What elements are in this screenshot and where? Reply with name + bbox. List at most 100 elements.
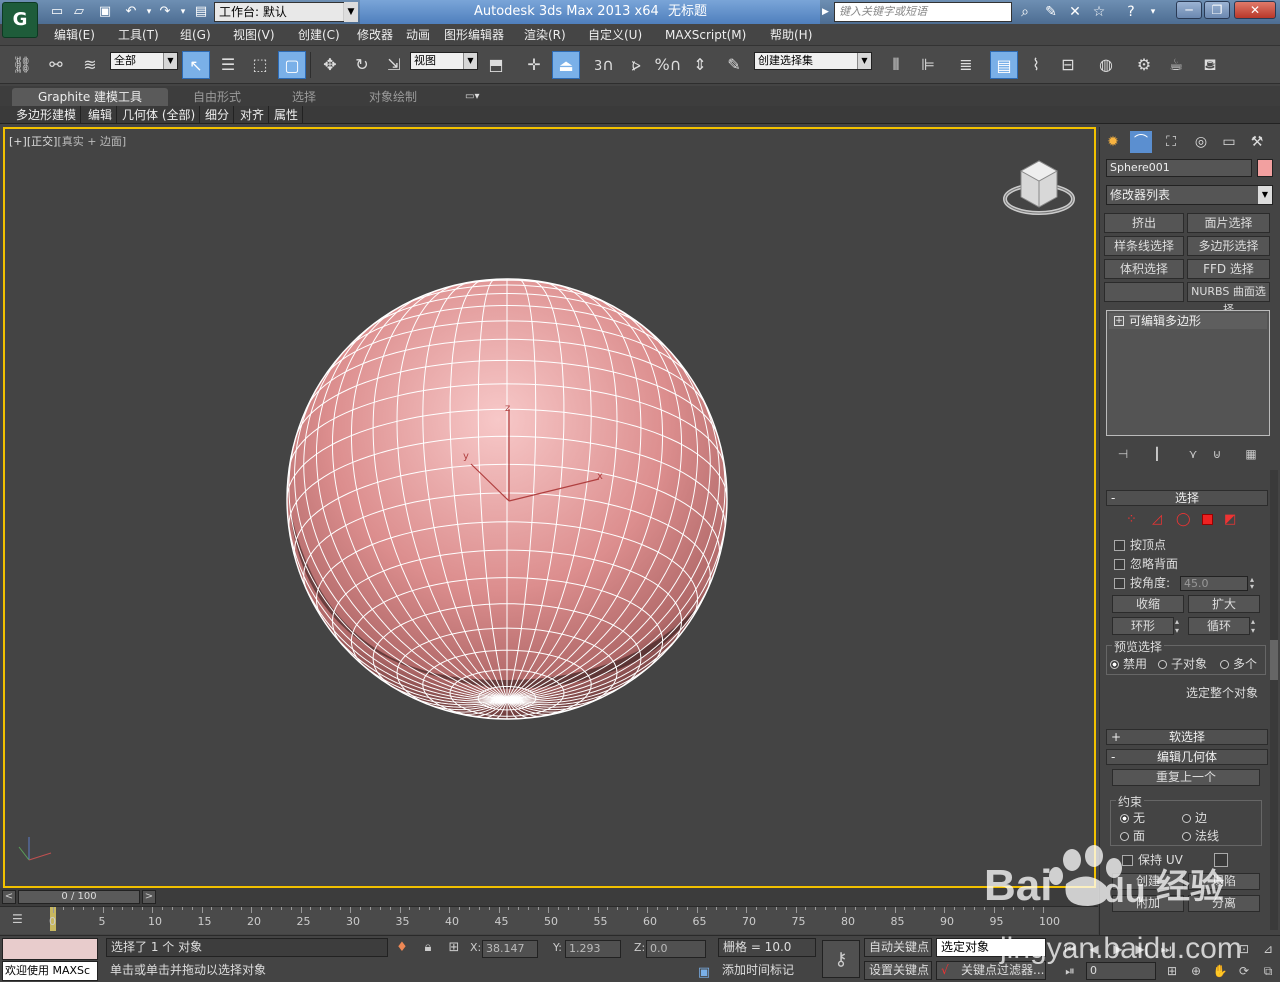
ignore-backfacing-checkbox[interactable]: 忽略背面 [1114,556,1178,572]
vertex-mode-icon[interactable]: ⁘ [1126,512,1137,527]
orbit-icon[interactable]: ⟳ [1234,962,1254,980]
modifier-button-nurbs-select[interactable]: NURBS 曲面选择 [1187,282,1270,316]
tab-object-paint[interactable]: 对象绘制 [369,88,417,106]
modifier-button-extrude[interactable]: 挤出 [1104,213,1184,233]
menu-edit[interactable]: 编辑(E) [54,24,95,46]
workspace-expand-icon[interactable]: ▼ [344,2,358,22]
modify-panel-icon[interactable]: ⌒ [1130,131,1152,153]
display-panel-icon[interactable]: ▭ [1218,131,1240,153]
preview-multi-radio[interactable]: 多个 [1220,656,1257,672]
zoom-extents-icon[interactable]: ⊡ [1234,940,1254,958]
rollout-selection-header[interactable]: - 选择 [1106,490,1268,506]
modifier-button-patch-select[interactable]: 面片选择 [1187,213,1270,233]
constraint-face-radio[interactable]: 面 [1120,828,1145,844]
preserve-uv-settings-icon[interactable] [1214,853,1228,867]
modifier-button-ffd-select[interactable]: FFD 选择 [1187,259,1270,279]
modifier-button-empty[interactable] [1104,282,1184,302]
select-object-icon[interactable]: ↖ [182,51,210,79]
set-key-icon[interactable]: ⚷ [822,940,860,978]
restore-button[interactable]: ❐ [1204,1,1230,19]
close-button[interactable]: ✕ [1234,1,1276,19]
utilities-panel-icon[interactable]: ⚒ [1246,131,1268,153]
by-vertex-checkbox[interactable]: 按顶点 [1114,537,1166,553]
command-panel-scroll-thumb[interactable] [1270,640,1278,680]
unlink-icon[interactable]: ⚯ [42,51,70,79]
zoom-icon[interactable]: ⊕ [1186,962,1206,980]
object-name-field[interactable]: Sphere001 [1106,159,1252,177]
ribbon-properties[interactable]: 属性 [270,106,304,124]
x-coord-field[interactable]: 38.147 [482,940,538,958]
motion-panel-icon[interactable]: ◎ [1190,131,1212,153]
remove-modifier-icon[interactable]: ⊍ [1208,445,1226,463]
redo-dropdown-icon[interactable]: ▾ [174,3,192,21]
minimize-button[interactable]: ─ [1176,1,1202,19]
hierarchy-panel-icon[interactable]: ⛶ [1160,131,1182,153]
collapse-button[interactable]: 塌陷 [1188,873,1260,890]
ribbon-geometry-all[interactable]: 几何体 (全部) [118,106,201,124]
select-by-name-icon[interactable]: ☰ [214,51,242,79]
expand-icon[interactable]: + [1114,316,1124,326]
edit-named-selection-icon[interactable]: ✎ [720,51,748,79]
selection-filter-dropdown[interactable]: 全部 ▼ [110,52,178,70]
undo-icon[interactable]: ↶ [122,3,140,21]
detach-button[interactable]: 分离 [1188,895,1260,912]
modifier-button-vol-select[interactable]: 体积选择 [1104,259,1184,279]
play-icon[interactable]: ▶ [1108,940,1128,958]
workspace-dropdown[interactable]: 工作台: 默认 ▼ [214,2,358,22]
goto-start-icon[interactable]: ⏮ [1060,940,1080,958]
modifier-button-poly-select[interactable]: 多边形选择 [1187,236,1270,256]
preserve-uv-checkbox[interactable]: 保持 UV [1122,852,1183,868]
menu-maxscript[interactable]: MAXScript(M) [665,24,746,46]
object-color-swatch[interactable] [1257,159,1273,177]
perspective-viewport[interactable]: [+][正交][真实 + 边面] z x y [3,127,1096,888]
show-end-result-icon[interactable]: ┃ [1148,445,1166,463]
rectangular-selection-icon[interactable]: ⬚ [246,51,274,79]
grow-button[interactable]: 扩大 [1188,595,1260,613]
snaps-toggle-icon[interactable]: 3∩ [590,51,618,79]
key-mode-icon[interactable]: ⏯ [1060,962,1080,980]
ribbon-edit[interactable]: 编辑 [84,106,118,124]
help-icon[interactable]: ? [1120,2,1142,22]
key-target-dropdown[interactable]: 选定对象 [936,938,1046,957]
modifier-list-dropdown[interactable]: 修改器列表 ▼ [1106,185,1273,205]
select-scale-icon[interactable]: ⇲ [380,51,408,79]
create-button[interactable]: 创建 [1112,873,1184,890]
isolate-selection-icon[interactable]: ♦ [393,939,411,957]
viewcube[interactable] [1003,160,1075,215]
ribbon-polygon-modeling[interactable]: 多边形建模 [12,106,82,124]
keyboard-shortcut-override-icon[interactable]: ⏏ [552,51,580,79]
angle-spinner-arrows[interactable]: ▴ ▾ [1250,576,1259,591]
create-panel-icon[interactable]: ✹ [1102,131,1124,153]
goto-end-icon[interactable]: ⏭ [1156,940,1176,958]
link-icon[interactable]: ⛓ [8,51,36,79]
shrink-button[interactable]: 收缩 [1112,595,1184,613]
add-time-tag-button[interactable]: 添加时间标记 [718,962,816,981]
preview-off-radio[interactable]: 禁用 [1110,656,1147,672]
prev-frame-icon[interactable]: ◀ [1084,940,1104,958]
search-input[interactable]: 键入关键字或短语 [834,2,1012,22]
constraint-none-radio[interactable]: 无 [1120,810,1145,826]
ribbon-options-icon[interactable]: ▭▾ [465,88,479,106]
window-crossing-icon[interactable]: ▢ [278,51,306,79]
app-menu-button[interactable]: G [2,2,38,38]
rollout-soft-selection-header[interactable]: + 软选择 [1106,729,1268,745]
maxscript-welcome-text[interactable]: 欢迎使用 MAXSc [2,961,98,981]
mini-curve-editor-icon[interactable]: ☰ [12,912,32,928]
schematic-view-icon[interactable]: ⊟ [1054,51,1082,79]
layer-manager-icon[interactable]: ≣ [952,51,980,79]
time-slider-thumb[interactable]: 0 / 100 [18,890,140,904]
menu-group[interactable]: 组(G) [180,24,211,46]
save-icon[interactable]: ▣ [96,3,114,21]
subscription-icon[interactable]: ✎ [1040,2,1062,22]
select-manipulate-icon[interactable]: ✛ [520,51,548,79]
percent-snap-icon[interactable]: %∩ [654,51,682,79]
spinner-snap-icon[interactable]: ⇕ [686,51,714,79]
redo-icon[interactable]: ↷ [156,3,174,21]
render-setup-icon[interactable]: ⚙ [1130,51,1158,79]
select-rotate-icon[interactable]: ↻ [348,51,376,79]
ring-button[interactable]: 环形 [1112,617,1174,635]
set-key-button[interactable]: 设置关键点 [864,961,932,980]
by-angle-checkbox[interactable]: 按角度: [1114,575,1170,591]
mirror-icon[interactable]: ⫴ [882,51,910,79]
new-file-icon[interactable]: ▭ [48,3,66,21]
